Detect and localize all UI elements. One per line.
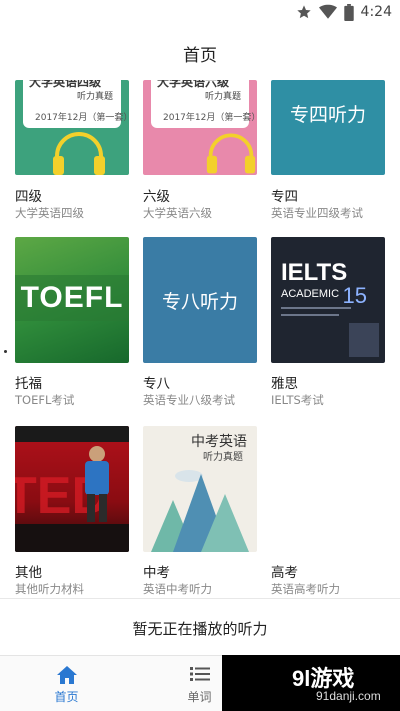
status-icons: 4:24	[296, 3, 392, 21]
app-bar: 首页	[0, 24, 400, 80]
card-title: 专八	[143, 376, 170, 392]
card-subtitle: IELTS考试	[271, 393, 324, 407]
battery-icon	[343, 3, 354, 21]
card-title: 四级	[15, 189, 42, 205]
cover-tem4: 专四听力	[271, 80, 385, 175]
cover-date: 2017年12月（第一套）	[163, 113, 257, 123]
list-icon	[189, 667, 210, 681]
card-subtitle: 大学英语四级	[15, 206, 84, 220]
watermark: 9l游戏 91danji.com	[222, 655, 400, 711]
cover-date: 2017年12月（第一套）	[35, 113, 129, 123]
home-icon	[56, 666, 77, 684]
nav-label: 首页	[54, 690, 79, 704]
cover-small-label: ACADEMIC	[281, 288, 340, 300]
card-zhongkao[interactable]: 中考英语 听力真题 中考 英语中考听力	[143, 426, 257, 598]
card-title: 六级	[143, 189, 170, 205]
now-playing-bar[interactable]: 暂无正在播放的听力	[0, 598, 400, 655]
card-gaokao[interactable]: 高考 英语高考听力	[271, 426, 385, 598]
headphones-icon	[53, 132, 105, 175]
card-other[interactable]: TED 其他 其他听力材料	[15, 426, 129, 598]
mountain-illustration	[151, 470, 249, 552]
status-time: 4:24	[360, 4, 392, 20]
card-tem8[interactable]: 专八听力 专八 英语专业八级考试	[143, 237, 257, 407]
watermark-url: 91danji.com	[316, 689, 381, 703]
cover-other: TED	[15, 426, 129, 552]
card-title: 雅思	[271, 376, 298, 392]
card-subtitle: 英语中考听力	[143, 582, 212, 596]
card-toefl[interactable]: TOEFL 托福 TOEFL考试	[15, 237, 129, 407]
card-title: 其他	[15, 565, 42, 581]
cover-small-label: 听力真题	[204, 92, 241, 102]
card-subtitle: 英语高考听力	[271, 582, 340, 596]
cover-cet4: 大学英语四级 听力真题 2017年12月（第一套）	[15, 80, 129, 175]
card-subtitle: 英语专业四级考试	[271, 206, 363, 220]
cover-zhongkao: 中考英语 听力真题	[143, 426, 257, 552]
card-ielts[interactable]: IELTS ACADEMIC 15 雅思 IELTS考试	[271, 237, 385, 407]
card-title: 托福	[15, 376, 42, 392]
nav-tab-home[interactable]: 首页	[0, 656, 133, 711]
cover-big-text: TOEFL	[20, 281, 124, 314]
card-title: 专四	[271, 189, 298, 205]
status-bar: 4:24	[0, 0, 400, 24]
cover-tem8: 专八听力	[143, 237, 257, 363]
card-tem4[interactable]: 专四听力 专四 英语专业四级考试	[271, 80, 385, 220]
card-title: 高考	[271, 565, 298, 581]
category-grid: 大学英语四级 听力真题 2017年12月（第一套） 四级 大学英语四级 大学英语…	[0, 80, 400, 598]
card-subtitle: 英语专业八级考试	[143, 393, 235, 407]
headphones-icon	[206, 133, 256, 174]
cover-small-label: 听力真题	[76, 92, 113, 102]
cover-big-text: 专四听力	[289, 104, 366, 126]
card-title: 中考	[143, 565, 170, 581]
card-subtitle: TOEFL考试	[15, 393, 75, 407]
cover-toefl: TOEFL	[15, 237, 129, 363]
speaker-figure	[89, 446, 105, 462]
now-playing-text: 暂无正在播放的听力	[132, 620, 268, 638]
cover-big-text: 专八听力	[161, 291, 238, 313]
card-cet6[interactable]: 大学英语六级 听力真题 2017年12月（第一套） 六级 大学英语六级	[143, 80, 257, 220]
cover-ielts: IELTS ACADEMIC 15	[271, 237, 385, 363]
card-subtitle: 其他听力材料	[15, 582, 84, 596]
cover-big-text: IELTS	[281, 259, 348, 286]
wifi-icon	[318, 4, 337, 19]
cover-cet6: 大学英语六级 听力真题 2017年12月（第一套）	[143, 80, 257, 175]
card-subtitle: 大学英语六级	[143, 206, 212, 220]
page-title: 首页	[183, 46, 217, 66]
card-cet4[interactable]: 大学英语四级 听力真题 2017年12月（第一套） 四级 大学英语四级	[15, 80, 129, 220]
cover-badge: 15	[342, 283, 367, 308]
cover-small-label: 听力真题	[203, 452, 243, 463]
scroll-indicator	[4, 350, 7, 353]
star-icon	[296, 5, 311, 19]
